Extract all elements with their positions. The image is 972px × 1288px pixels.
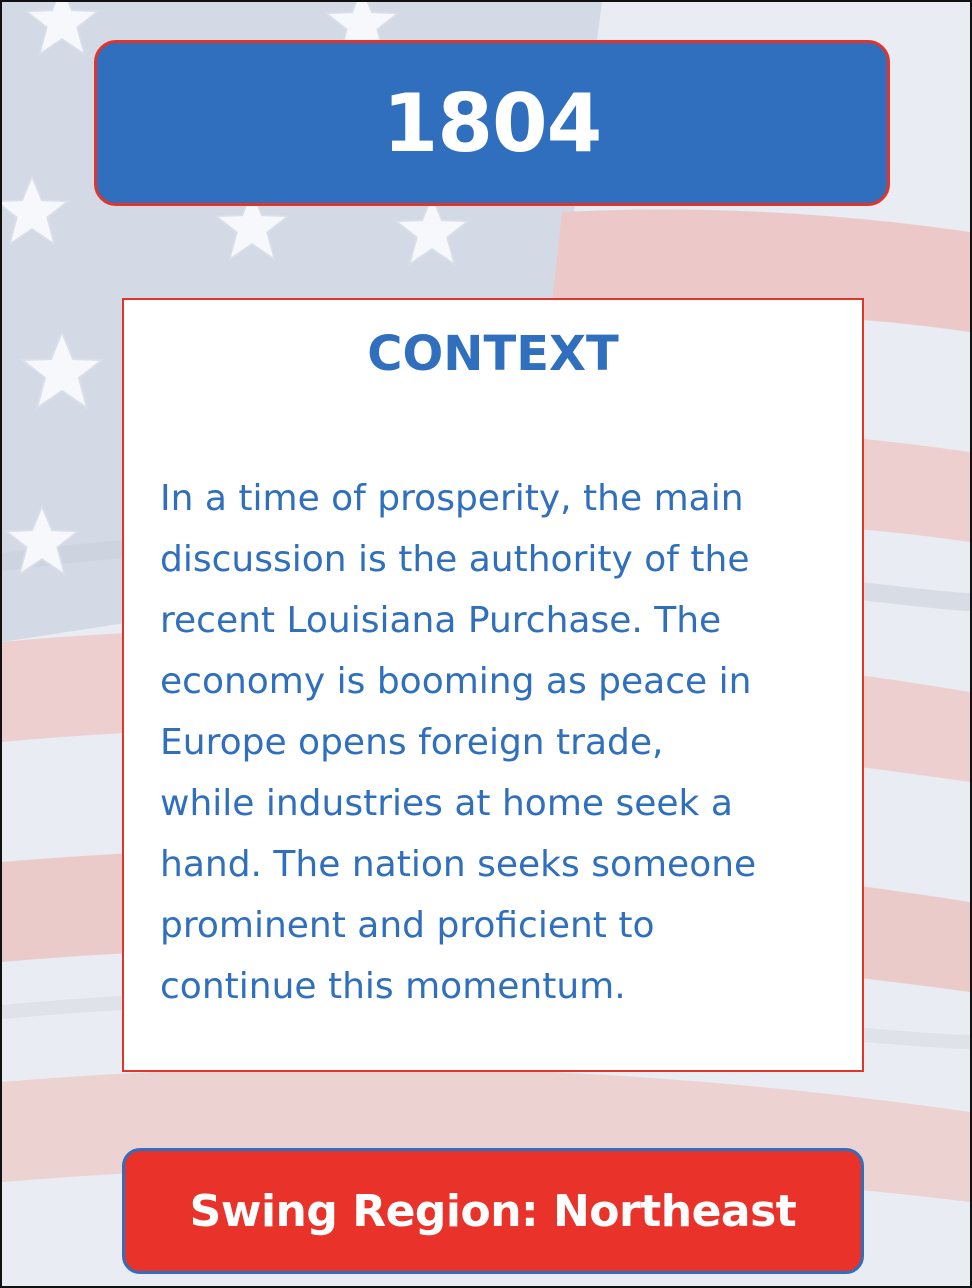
year-title: 1804 — [382, 76, 603, 170]
context-card: 1804 CONTEXT In a time of prosperity, th… — [0, 0, 972, 1288]
year-banner: 1804 — [94, 40, 890, 206]
context-heading: CONTEXT — [367, 326, 619, 382]
swing-region-banner: Swing Region: Northeast — [122, 1148, 864, 1274]
context-description: In a time of prosperity, the main discus… — [160, 478, 757, 1007]
swing-region-label: Swing Region: Northeast — [189, 1185, 797, 1237]
context-panel: CONTEXT In a time of prosperity, the mai… — [122, 298, 864, 1072]
